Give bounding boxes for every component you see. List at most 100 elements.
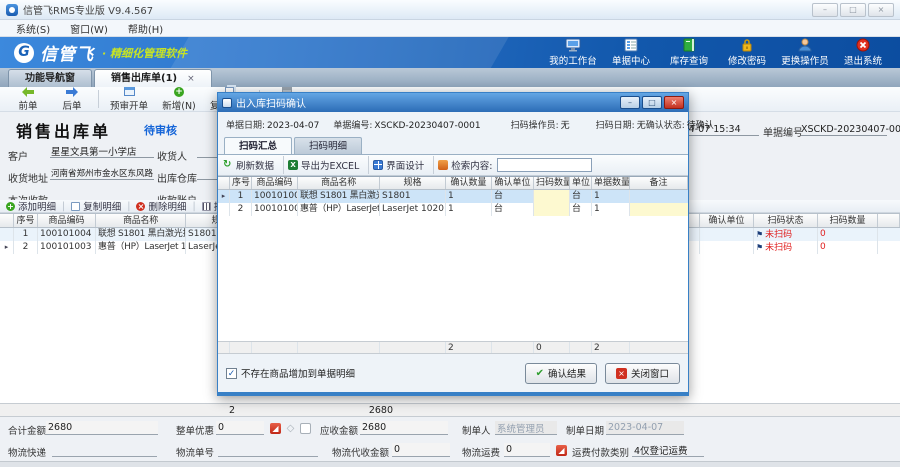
copy-detail-button[interactable]: 复制明细 (71, 199, 121, 213)
delete-detail-button[interactable]: ×删除明细 (136, 199, 186, 213)
customer-field[interactable] (50, 145, 154, 158)
grid-header-row: 序号 商品编码 商品名称 规格 确认数量 确认单位 扫码数量 单位 单据数量 备… (218, 177, 688, 190)
menu-window[interactable]: 窗口(W) (60, 21, 118, 36)
search-input[interactable] (497, 158, 592, 172)
freight-type-field[interactable] (632, 443, 704, 457)
discount-field[interactable] (216, 421, 264, 435)
remark-cell[interactable] (630, 190, 688, 203)
col-remark: 备注 (630, 177, 688, 189)
total-confirm-qty: 2 (446, 342, 492, 353)
col-confirm-unit: 确认单位 (700, 214, 754, 227)
receivable-field[interactable] (360, 421, 448, 435)
refresh-icon: ↻ (223, 160, 233, 170)
menu-help[interactable]: 帮助(H) (118, 21, 173, 36)
sum-qty: 2 (222, 405, 242, 416)
exit-system-button[interactable]: 退出系统 (834, 38, 892, 67)
document-tab-bar: 功能导航窗 销售出库单(1) × (0, 68, 900, 87)
discount-label: 整单优惠 (176, 423, 214, 437)
excel-icon: X (288, 160, 298, 170)
toolbar-separator (368, 156, 369, 174)
next-order-button[interactable]: 后单 (50, 87, 94, 112)
app-logo-icon (6, 4, 18, 16)
total-scan-qty: 0 (534, 342, 570, 353)
search-label: 检索内容: (451, 158, 492, 172)
logistics-no-field[interactable] (218, 443, 318, 457)
toolbar-separator (283, 156, 284, 174)
col-scan-qty: 扫码数量 (534, 177, 570, 189)
order-footer-row1: 合计金额 整单优惠 ◢ ◇ 应收金额 制单人 制单日期 (0, 419, 900, 439)
col-name: 商品名称 (96, 214, 186, 227)
col-spec: 规格 (380, 177, 446, 189)
refresh-data-button[interactable]: ↻刷新数据 (223, 158, 274, 172)
window-title: 信管飞RMS专业版 V9.4.567 (23, 2, 153, 17)
consignee-label: 收货人 (157, 148, 187, 163)
add-detail-button[interactable]: +添加明细 (6, 199, 56, 213)
tab-close-icon[interactable]: × (187, 70, 195, 88)
audit-status-badge: 待审核 (144, 122, 177, 138)
diamond-icon[interactable]: ◇ (285, 423, 296, 434)
confirm-result-button[interactable]: ✔确认结果 (525, 363, 597, 384)
scan-qty-cell[interactable] (534, 203, 570, 216)
dialog-footer: 不存在商品增加到单据明细 ✔确认结果 ×关闭窗口 (218, 354, 688, 392)
design-icon (373, 160, 383, 170)
table-row[interactable]: 2 100101003 惠普（HP）LaserJet LaserJet 1020… (218, 203, 688, 216)
toolbar-separator (98, 90, 99, 108)
dlg-date-label: 单据日期: (226, 121, 265, 131)
checkbox-label: 不存在商品增加到单据明细 (241, 366, 355, 380)
address-field[interactable] (50, 167, 154, 180)
new-order-button[interactable]: + 新增(N) (155, 87, 203, 112)
change-password-button[interactable]: 修改密码 (718, 38, 776, 67)
order-center-button[interactable]: 单据中心 (602, 38, 660, 67)
total-amount-field[interactable] (46, 421, 158, 435)
logistics-field[interactable] (52, 443, 157, 457)
col-no: 序号 (14, 214, 38, 227)
dlg-scan-date-label: 扫码日期: (596, 121, 635, 131)
logistics-label: 物流快递 (8, 445, 46, 459)
status-strip (0, 461, 900, 467)
remark-cell[interactable] (630, 203, 688, 216)
scan-qty-cell[interactable] (534, 190, 570, 203)
arrow-right-icon (66, 87, 78, 97)
dialog-minimize-button[interactable]: – (620, 96, 640, 109)
col-scan-qty: 扫码数量 (818, 214, 878, 227)
cod-amount-field[interactable] (392, 443, 450, 457)
freight-label: 物流运费 (462, 445, 500, 459)
col-unit: 单位 (570, 177, 592, 189)
pre-audit-open-button[interactable]: 预审开单 (103, 87, 155, 112)
minimize-button[interactable]: – (812, 3, 838, 17)
total-amount-label: 合计金额 (8, 423, 46, 437)
prev-order-button[interactable]: 前单 (6, 87, 50, 112)
inventory-query-button[interactable]: 库存查询 (660, 38, 718, 67)
tab-function-nav[interactable]: 功能导航窗 (8, 69, 92, 87)
close-button[interactable]: × (868, 3, 894, 17)
sum-amount: 2680 (350, 405, 393, 416)
export-excel-button[interactable]: X导出为EXCEL (288, 158, 359, 172)
dialog-close-button[interactable]: × (664, 96, 684, 109)
switch-operator-button[interactable]: 更换操作员 (776, 38, 834, 67)
plus-icon: + (6, 202, 15, 211)
tab-scan-detail[interactable]: 扫码明细 (294, 137, 362, 154)
tab-sales-outbound[interactable]: 销售出库单(1) × (94, 69, 212, 87)
menu-system[interactable]: 系统(S) (6, 21, 60, 36)
logistics-no-label: 物流单号 (176, 445, 214, 459)
close-window-button[interactable]: ×关闭窗口 (605, 363, 680, 384)
calc-grid-icon[interactable] (300, 423, 311, 434)
dialog-restore-button[interactable]: □ (642, 96, 662, 109)
discount-edit-icon[interactable]: ◢ (270, 423, 281, 434)
tab-scan-summary[interactable]: 扫码汇总 (224, 137, 292, 154)
separator: | (127, 201, 130, 212)
col-confirm-qty: 确认数量 (446, 177, 492, 189)
col-no: 序号 (230, 177, 252, 189)
dlg-operator-label: 扫码操作员: (511, 121, 559, 131)
menu-bar: 系统(S) 窗口(W) 帮助(H) (0, 20, 900, 37)
order-footer-row2: 物流快递 物流单号 物流代收金额 物流运费 ◢ 运费付款类别 (0, 441, 900, 461)
table-row[interactable]: ▸ 1 100101004 联想 S1801 黑白激光 S1801 1 台 台 … (218, 190, 688, 203)
scan-summary-grid: 序号 商品编码 商品名称 规格 确认数量 确认单位 扫码数量 单位 单据数量 备… (218, 176, 688, 354)
checkbox-checked-icon[interactable] (226, 368, 237, 379)
dialog-title: 出入库扫码确认 (236, 95, 306, 110)
ui-design-button[interactable]: 界面设计 (373, 158, 424, 172)
freight-field[interactable] (504, 443, 550, 457)
restore-button[interactable]: □ (840, 3, 866, 17)
workbench-button[interactable]: 我的工作台 (544, 38, 602, 67)
freight-edit-icon[interactable]: ◢ (556, 445, 567, 456)
